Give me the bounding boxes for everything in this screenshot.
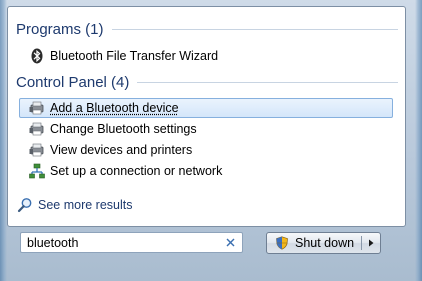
section-header-programs: Programs (1) [16,21,398,38]
result-item-label: Change Bluetooth settings [50,122,197,136]
result-item-label: Add a Bluetooth device [50,101,179,115]
result-item-label: View devices and printers [50,143,193,157]
printer-device-icon [29,100,45,116]
printer-device-icon [29,142,45,158]
result-item-add-a-bluetooth-device[interactable]: Add a Bluetooth device [19,98,393,118]
search-input[interactable] [21,233,222,252]
see-more-label: See more results [38,198,133,212]
search-results-panel: Programs (1) Bluetooth File Transfer Wiz… [7,6,406,227]
result-item-label: Bluetooth File Transfer Wizard [50,49,219,63]
result-item-label: Set up a connection or network [50,164,223,178]
shutdown-label: Shut down [295,236,355,250]
result-item-view-devices-and-printers[interactable]: View devices and printers [19,140,393,160]
section-header-label: Control Panel (4) [16,74,130,91]
search-icon [17,197,33,213]
search-box [20,232,243,253]
section-divider [137,82,398,83]
section-header-control-panel: Control Panel (4) [16,74,398,91]
result-item-set-up-a-connection-or-network[interactable]: Set up a connection or network [19,161,393,181]
network-icon [29,163,45,179]
start-menu-frame: Programs (1) Bluetooth File Transfer Wiz… [0,0,422,281]
result-item-change-bluetooth-settings[interactable]: Change Bluetooth settings [19,119,393,139]
clear-icon[interactable] [222,235,238,251]
shutdown-button-group: Shut down [266,232,381,254]
shield-icon [275,236,289,250]
section-header-label: Programs (1) [16,21,104,38]
see-more-results-link[interactable]: See more results [17,197,132,213]
shutdown-button[interactable]: Shut down [267,233,361,253]
printer-device-icon [29,121,45,137]
shutdown-options-button[interactable] [362,233,380,253]
section-divider [111,29,398,30]
result-item-bluetooth-file-transfer-wizard[interactable]: Bluetooth File Transfer Wizard [19,46,393,66]
bluetooth-icon [29,48,45,64]
chevron-right-icon [369,239,374,247]
